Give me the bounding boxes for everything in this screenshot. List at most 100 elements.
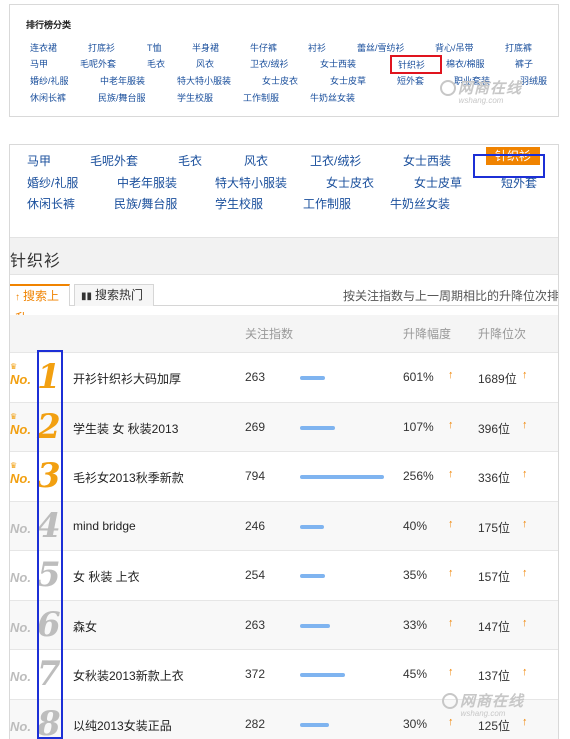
change-percent: 45% — [403, 667, 428, 681]
tab-search-hot[interactable]: ▮▮ 搜索热门 — [74, 284, 154, 306]
column-header-change: 升降幅度 — [403, 327, 452, 341]
rank-change-value: 175位 — [478, 520, 511, 535]
category-link[interactable]: 休闲长裤 — [30, 91, 66, 104]
category-link[interactable]: 毛衣 — [147, 57, 165, 70]
category-link[interactable]: 风衣 — [244, 152, 268, 169]
category-link[interactable]: 特大特小服装 — [177, 74, 231, 87]
up-arrow-icon: ↑ — [522, 369, 528, 381]
change-percent: 256% — [403, 469, 434, 483]
category-link[interactable]: 衬衫 — [308, 41, 326, 54]
section-header: 针织衫 — [10, 237, 558, 275]
table-row[interactable]: ♛ No. 2 学生装 女 秋装2013 269 107% ↑ 396位 ↑ — [10, 402, 558, 452]
crown-icon: ♛ — [10, 461, 18, 470]
ranking-panel: 马甲 毛呢外套 毛衣 风衣 卫衣/绒衫 女士西装 针织衫 婚纱/礼服 中老年服装… — [9, 144, 559, 739]
up-arrow-icon: ↑ — [448, 418, 454, 431]
attention-value: 263 — [245, 370, 266, 384]
table-row[interactable]: ♛ No. 1 开衫针织衫大码加厚 263 601% ↑ 1689位 ↑ — [10, 353, 558, 403]
category-link[interactable]: 棉衣/棉服 — [446, 57, 485, 70]
category-link[interactable]: 裤子 — [515, 57, 533, 70]
watermark-brand: 网商在线 — [460, 693, 525, 710]
category-link[interactable]: 工作制服 — [303, 195, 351, 212]
category-link[interactable]: 中老年服装 — [117, 174, 177, 191]
category-link[interactable]: 毛衣 — [178, 152, 202, 169]
category-link[interactable]: 婚纱/礼服 — [27, 174, 78, 191]
category-link[interactable]: 学生校服 — [215, 195, 263, 212]
category-link[interactable]: T恤 — [147, 41, 162, 54]
rank-label: No. — [10, 372, 31, 387]
up-arrow-icon: ↑ — [448, 468, 454, 480]
category-link[interactable]: 蕾丝/雪纺衫 — [357, 41, 405, 54]
attention-bar — [300, 425, 335, 430]
category-link[interactable]: 风衣 — [196, 57, 214, 70]
category-link[interactable]: 女士皮草 — [414, 174, 462, 191]
category-link[interactable]: 工作制服 — [243, 91, 279, 104]
selection-highlight-box — [390, 55, 442, 74]
up-arrow-icon: ↑ — [448, 666, 454, 678]
category-link[interactable]: 牛仔裤 — [250, 41, 277, 54]
table-row[interactable]: No. 4 mind bridge 246 40% ↑ 175位 ↑ — [10, 501, 558, 551]
rank-label: No. — [10, 669, 31, 684]
category-link[interactable]: 民族/舞台服 — [114, 195, 177, 212]
category-link[interactable]: 学生校服 — [177, 91, 213, 104]
attention-bar — [300, 673, 345, 677]
category-link[interactable]: 婚纱/礼服 — [30, 74, 69, 87]
category-link[interactable]: 毛呢外套 — [90, 152, 138, 169]
attention-bar — [300, 722, 329, 727]
rank-label: No. — [10, 570, 31, 585]
up-arrow-icon: ↑ — [522, 418, 528, 431]
category-link[interactable]: 马甲 — [27, 152, 51, 169]
category-link[interactable]: 女士西装 — [403, 152, 451, 169]
rank-change-value: 157位 — [478, 570, 511, 584]
category-link[interactable]: 半身裙 — [192, 41, 219, 54]
category-link[interactable]: 特大特小服装 — [215, 174, 287, 191]
table-row[interactable]: No. 5 女 秋装 上衣 254 35% ↑ 157位 ↑ — [10, 551, 558, 601]
keyword-link[interactable]: 森女 — [73, 618, 97, 635]
category-link[interactable]: 打底衫 — [88, 41, 115, 54]
keyword-link[interactable]: 以纯2013女装正品 — [73, 717, 172, 734]
rank-label: No. — [10, 619, 31, 635]
table-row[interactable]: No. 6 森女 263 33% ↑ 147位 ↑ — [10, 600, 558, 650]
up-arrow-icon: ↑ — [522, 666, 528, 678]
tab-search-rise[interactable]: ↑搜索上升 — [10, 284, 70, 325]
up-arrow-icon: ↑ — [448, 517, 454, 530]
column-header-attention: 关注指数 — [245, 327, 294, 341]
column-header-rank-change: 升降位次 — [478, 327, 527, 341]
keyword-link[interactable]: 开衫针织衫大码加厚 — [73, 370, 181, 387]
keyword-link[interactable]: 毛衫女2013秋季新款 — [73, 469, 184, 486]
category-link[interactable]: 打底裤 — [505, 41, 532, 54]
section-title: 针织衫 — [10, 253, 62, 270]
keyword-link[interactable]: mind bridge — [73, 519, 136, 533]
category-link[interactable]: 女士西装 — [320, 57, 356, 70]
category-link[interactable]: 休闲长裤 — [27, 195, 75, 212]
category-link[interactable]: 背心/吊带 — [435, 41, 474, 54]
table-row[interactable]: ♛ No. 3 毛衫女2013秋季新款 794 256% ↑ 336位 ↑ — [10, 452, 558, 502]
category-link[interactable]: 女士皮衣 — [326, 174, 374, 191]
panel-title: 排行榜分类 — [26, 20, 72, 30]
category-link[interactable]: 女士皮草 — [330, 74, 366, 87]
category-link[interactable]: 中老年服装 — [100, 74, 145, 87]
rank-label: No. — [10, 471, 31, 486]
up-arrow-icon: ↑ — [448, 616, 454, 629]
rank-highlight-box — [37, 350, 63, 739]
category-link[interactable]: 马甲 — [30, 57, 48, 70]
category-link[interactable]: 女士皮衣 — [262, 74, 298, 87]
category-link[interactable]: 牛奶丝女装 — [310, 91, 355, 104]
category-link[interactable]: 牛奶丝女装 — [390, 195, 450, 212]
watermark: 网商在线 wshang.com — [442, 690, 524, 718]
rank-change-value: 137位 — [478, 669, 511, 683]
watermark-url: wshang.com — [458, 96, 504, 105]
keyword-link[interactable]: 学生装 女 秋装2013 — [73, 420, 178, 437]
keyword-link[interactable]: 女 秋装 上衣 — [73, 568, 140, 585]
attention-value: 254 — [245, 568, 266, 582]
category-link[interactable]: 羽绒服 — [520, 74, 547, 87]
keyword-link[interactable]: 女秋装2013新款上衣 — [73, 667, 184, 684]
selection-highlight-box — [473, 154, 545, 178]
attention-value: 372 — [245, 667, 266, 681]
category-link[interactable]: 民族/舞台服 — [98, 91, 146, 104]
ranking-tabs: ↑搜索上升 ▮▮搜索热门 按关注指数与上一周期相比的升降位次排序 — [10, 284, 558, 325]
category-link[interactable]: 毛呢外套 — [80, 57, 116, 70]
category-link[interactable]: 连衣裙 — [30, 41, 57, 54]
category-link[interactable]: 卫衣/绒衫 — [250, 57, 289, 70]
category-link[interactable]: 短外套 — [397, 74, 424, 87]
category-link[interactable]: 卫衣/绒衫 — [310, 152, 361, 169]
